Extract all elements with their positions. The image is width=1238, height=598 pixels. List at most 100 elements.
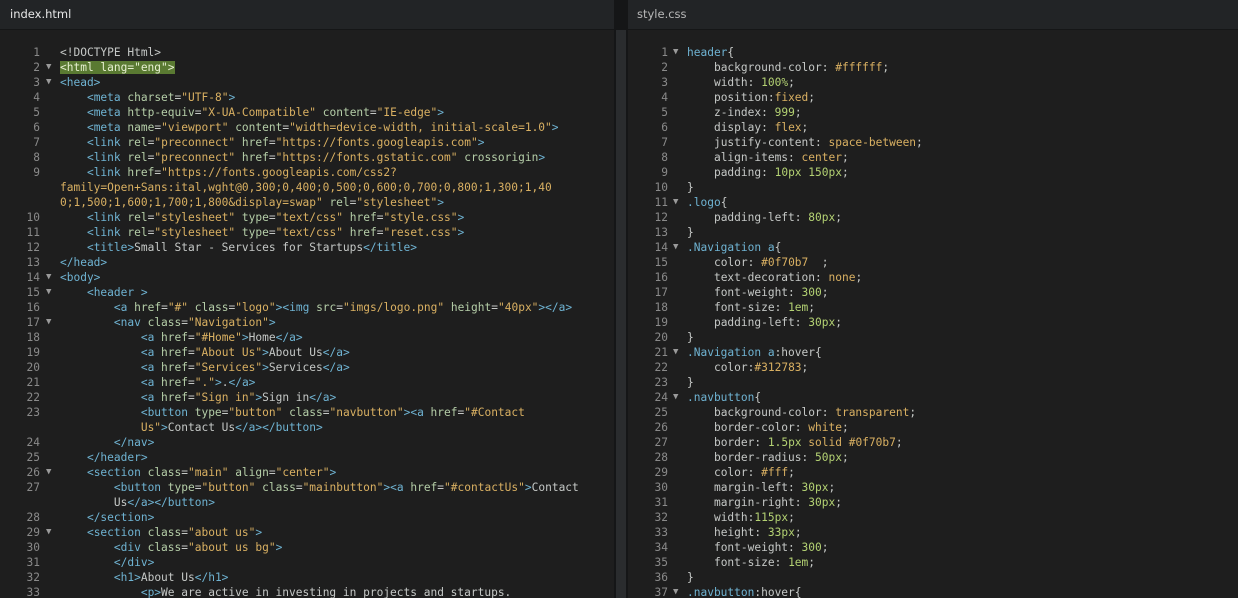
code-line[interactable]: 15 color: #0f70b7 ; (628, 255, 1238, 270)
code-line[interactable]: 7 justify-content: space-between; (628, 135, 1238, 150)
code-line[interactable]: 1 ▼ header{ (628, 45, 1238, 60)
line-number: 16 (26, 301, 40, 314)
code-line[interactable]: 22 <a href="Sign in">Sign in</a> (0, 390, 614, 405)
code-line[interactable]: 23 <button type="button" class="navbutto… (0, 405, 614, 420)
code-line[interactable]: 27 border: 1.5px solid #0f70b7; (628, 435, 1238, 450)
code-line[interactable]: 12 <title>Small Star - Services for Star… (0, 240, 614, 255)
code-line[interactable]: 10} (628, 180, 1238, 195)
code-text: background-color: #ffffff; (713, 61, 890, 74)
code-line[interactable]: family=Open+Sans:ital,wght@0,300;0,400;0… (0, 180, 614, 195)
code-line[interactable]: 25 background-color: transparent; (628, 405, 1238, 420)
code-line[interactable]: 26 ▼ <section class="main" align="center"… (0, 465, 614, 480)
code-line[interactable]: 32 width:115px; (628, 510, 1238, 525)
code-line[interactable]: 35 font-size: 1em; (628, 555, 1238, 570)
fold-arrow-icon[interactable]: ▼ (46, 75, 51, 90)
fold-arrow-icon[interactable]: ▼ (46, 60, 51, 75)
code-line[interactable]: 30 <div class="about us bg"> (0, 540, 614, 555)
code-line[interactable]: 30 margin-left: 30px; (628, 480, 1238, 495)
fold-arrow-icon[interactable]: ▼ (46, 465, 51, 480)
code-line[interactable]: 32 <h1>About Us</h1> (0, 570, 614, 585)
code-line[interactable]: 28 </section> (0, 510, 614, 525)
fold-arrow-icon[interactable]: ▼ (673, 585, 678, 598)
code-line[interactable]: 5 z-index: 999; (628, 105, 1238, 120)
code-line[interactable]: 2 ▼ <html lang="eng"> (0, 60, 614, 75)
code-line[interactable]: 24 ▼ .navbutton{ (628, 390, 1238, 405)
code-line[interactable]: 19 <a href="About Us">About Us</a> (0, 345, 614, 360)
code-line[interactable]: 18 <a href="#Home">Home</a> (0, 330, 614, 345)
code-line[interactable]: 7 <link rel="preconnect" href="https://f… (0, 135, 614, 150)
code-line[interactable]: 33 <p>We are active in investing in proj… (0, 585, 614, 598)
code-line[interactable]: Us</a></button> (0, 495, 614, 510)
code-line[interactable]: 13} (628, 225, 1238, 240)
code-line[interactable]: 9 padding: 10px 150px; (628, 165, 1238, 180)
code-line[interactable]: 26 border-color: white; (628, 420, 1238, 435)
fold-arrow-icon[interactable]: ▼ (673, 345, 678, 360)
code-line[interactable]: 19 padding-left: 30px; (628, 315, 1238, 330)
code-line[interactable]: 17 ▼ <nav class="Navigation"> (0, 315, 614, 330)
code-line[interactable]: 11 ▼ .logo{ (628, 195, 1238, 210)
code-line[interactable]: 20} (628, 330, 1238, 345)
line-number: 24 (654, 391, 668, 404)
code-line[interactable]: 14 ▼ <body> (0, 270, 614, 285)
code-line[interactable]: 8 align-items: center; (628, 150, 1238, 165)
html-editor-pane[interactable]: index.html 1 <!DOCTYPE Html> 2 ▼ <html lang=… (0, 0, 614, 598)
code-line[interactable]: 0;1,500;1,600;1,700;1,800&display=swap" … (0, 195, 614, 210)
code-line[interactable]: 23} (628, 375, 1238, 390)
code-line[interactable]: 4 position:fixed; (628, 90, 1238, 105)
html-code-area[interactable]: 1 <!DOCTYPE Html> 2 ▼ <html lang="eng"> 3 ▼ <he… (0, 30, 614, 598)
fold-arrow-icon[interactable]: ▼ (673, 45, 678, 60)
code-line[interactable]: 20 <a href="Services">Services</a> (0, 360, 614, 375)
code-line[interactable]: 5 <meta http-equiv="X-UA-Compatible" con… (0, 105, 614, 120)
fold-arrow-icon[interactable]: ▼ (46, 315, 51, 330)
code-line[interactable]: 22 color:#312783; (628, 360, 1238, 375)
scrollbar-thumb[interactable] (616, 30, 626, 598)
code-line[interactable]: 13 </head> (0, 255, 614, 270)
code-line[interactable]: 17 font-weight: 300; (628, 285, 1238, 300)
code-line[interactable]: 1 <!DOCTYPE Html> (0, 45, 614, 60)
code-line[interactable]: 12 padding-left: 80px; (628, 210, 1238, 225)
code-line[interactable]: 18 font-size: 1em; (628, 300, 1238, 315)
code-line[interactable]: 4 <meta charset="UTF-8"> (0, 90, 614, 105)
code-line[interactable]: 21 ▼ .Navigation a:hover{ (628, 345, 1238, 360)
code-line[interactable]: 27 <button type="button" class="mainbutt… (0, 480, 614, 495)
code-line[interactable]: 21 <a href=".">.</a> (0, 375, 614, 390)
fold-arrow-icon[interactable]: ▼ (673, 240, 678, 255)
tab-index-html[interactable]: index.html (0, 0, 614, 30)
code-line[interactable]: 8 <link rel="preconnect" href="https://f… (0, 150, 614, 165)
code-line[interactable]: 2 background-color: #ffffff; (628, 60, 1238, 75)
code-line[interactable]: 29 ▼ <section class="about us"> (0, 525, 614, 540)
code-line[interactable]: 11 <link rel="stylesheet" type="text/css… (0, 225, 614, 240)
code-text: <head> (60, 76, 101, 89)
code-line[interactable]: 6 <meta name="viewport" content="width=d… (0, 120, 614, 135)
code-line[interactable]: 37 ▼ .navbutton:hover{ (628, 585, 1238, 598)
code-line[interactable]: 33 height: 33px; (628, 525, 1238, 540)
code-line[interactable]: 31 margin-right: 30px; (628, 495, 1238, 510)
code-line[interactable]: 29 color: #fff; (628, 465, 1238, 480)
fold-arrow-icon[interactable]: ▼ (46, 285, 51, 300)
fold-arrow-icon[interactable]: ▼ (46, 525, 51, 540)
code-line[interactable]: 31 </div> (0, 555, 614, 570)
code-line[interactable]: 25 </header> (0, 450, 614, 465)
line-number: 28 (654, 451, 668, 464)
code-line[interactable]: 6 display: flex; (628, 120, 1238, 135)
code-line[interactable]: 10 <link rel="stylesheet" type="text/css… (0, 210, 614, 225)
code-line[interactable]: 16 <a href="#" class="logo"><img src="im… (0, 300, 614, 315)
code-line[interactable]: 3 ▼ <head> (0, 75, 614, 90)
css-code-area[interactable]: 1 ▼ header{2 background-color: #ffffff; 3 w… (628, 30, 1238, 598)
code-line[interactable]: 15 ▼ <header > (0, 285, 614, 300)
code-line[interactable]: 34 font-weight: 300; (628, 540, 1238, 555)
fold-arrow-icon[interactable]: ▼ (673, 390, 678, 405)
fold-arrow-icon[interactable]: ▼ (46, 270, 51, 285)
code-line[interactable]: Us">Contact Us</a></button> (0, 420, 614, 435)
code-line[interactable]: 3 width: 100%; (628, 75, 1238, 90)
code-line[interactable]: 16 text-decoration: none; (628, 270, 1238, 285)
tab-style-css[interactable]: style.css (628, 0, 1238, 30)
code-line[interactable]: 28 border-radius: 50px; (628, 450, 1238, 465)
fold-arrow-icon[interactable]: ▼ (673, 195, 678, 210)
code-line[interactable]: 36} (628, 570, 1238, 585)
code-line[interactable]: 14 ▼ .Navigation a{ (628, 240, 1238, 255)
code-line[interactable]: 24 </nav> (0, 435, 614, 450)
code-text: justify-content: space-between; (713, 136, 923, 149)
code-line[interactable]: 9 <link href="https://fonts.googleapis.c… (0, 165, 614, 180)
css-editor-pane[interactable]: style.css 1 ▼ header{2 background-color: #… (628, 0, 1238, 598)
